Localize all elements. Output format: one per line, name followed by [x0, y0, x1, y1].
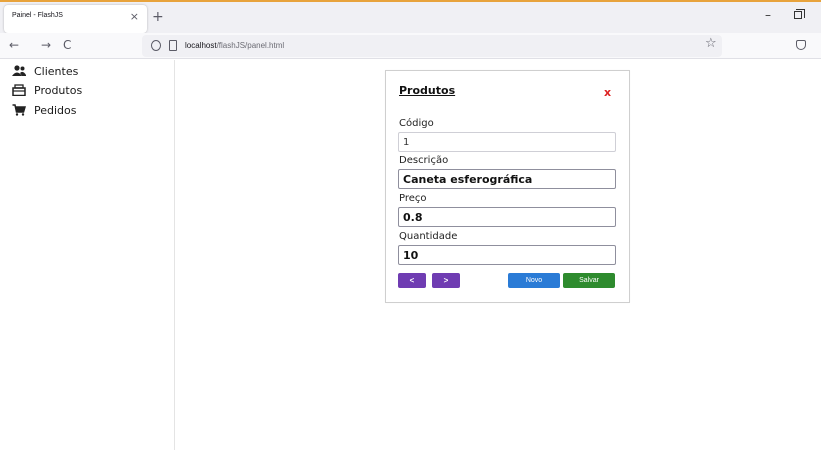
tab-close-icon[interactable]: × [130, 10, 139, 24]
address-bar[interactable]: localhost/flashJS/panel.html [142, 35, 722, 57]
descricao-field[interactable] [398, 169, 616, 189]
quantidade-label: Quantidade [399, 231, 458, 242]
sidebar-item-clientes[interactable]: Clientes [12, 63, 78, 79]
previous-button[interactable]: < [398, 273, 426, 288]
produtos-panel: Produtos x Código Descrição Preço Quanti… [385, 70, 630, 303]
codigo-label: Código [399, 118, 434, 129]
restore-window-icon[interactable] [794, 9, 805, 19]
tab-title: Painel - FlashJS [12, 12, 63, 19]
sidebar-item-label: Pedidos [34, 103, 77, 117]
browser-navbar: ← → C localhost/flashJS/panel.html [0, 33, 821, 59]
url-path: /flashJS/panel.html [216, 41, 285, 50]
panel-title: Produtos [399, 84, 456, 97]
shield-icon[interactable] [151, 40, 161, 51]
descricao-label: Descrição [399, 155, 449, 166]
preco-field[interactable] [398, 207, 616, 227]
sidebar-item-pedidos[interactable]: Pedidos [12, 102, 77, 118]
back-button[interactable]: ← [9, 37, 19, 53]
box-icon [12, 84, 26, 97]
sidebar-item-label: Clientes [34, 64, 79, 78]
users-icon [12, 65, 26, 77]
page-icon [169, 40, 177, 51]
sidebar-item-produtos[interactable]: Produtos [12, 82, 82, 98]
bookmark-star-icon[interactable]: ☆ [705, 36, 717, 51]
url-text[interactable]: localhost/flashJS/panel.html [185, 41, 284, 50]
pocket-icon[interactable] [796, 40, 806, 50]
preco-label: Preço [399, 193, 427, 204]
url-host: localhost [185, 41, 217, 50]
next-button[interactable]: > [432, 273, 460, 288]
new-tab-button[interactable]: + [152, 9, 164, 25]
quantidade-field[interactable] [398, 245, 616, 265]
close-icon[interactable]: x [604, 86, 611, 99]
browser-tab[interactable]: Painel - FlashJS × [4, 5, 147, 33]
forward-button[interactable]: → [41, 37, 51, 53]
browser-tabstrip: Painel - FlashJS × + – [0, 0, 821, 33]
cart-icon [12, 104, 27, 116]
reload-button[interactable]: C [63, 37, 71, 53]
minimize-button[interactable]: – [765, 8, 771, 22]
sidebar-item-label: Produtos [34, 83, 83, 97]
sidebar: Clientes Produtos Pedidos [0, 60, 175, 450]
new-button[interactable]: Novo [508, 273, 560, 288]
save-button[interactable]: Salvar [563, 273, 615, 288]
codigo-field[interactable] [398, 132, 616, 152]
